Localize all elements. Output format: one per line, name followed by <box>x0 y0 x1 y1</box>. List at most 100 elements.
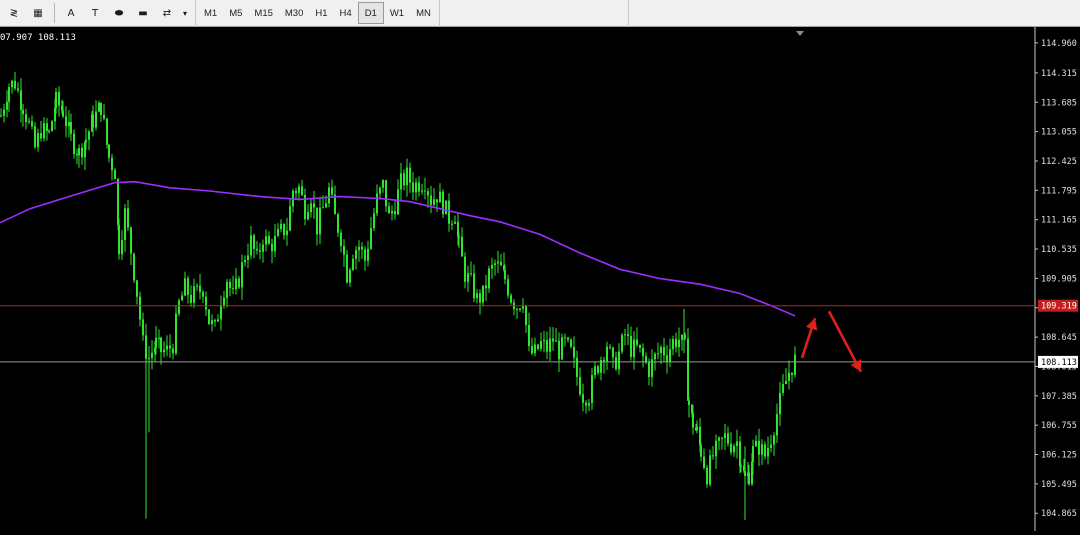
candle-body <box>748 472 750 485</box>
timeframe-w1[interactable]: W1 <box>384 3 410 23</box>
candle-body <box>473 273 475 299</box>
candle-body <box>397 189 399 215</box>
candle-body <box>337 214 339 233</box>
candle-body <box>567 337 569 340</box>
candle-body <box>65 116 67 127</box>
candle-body <box>151 352 153 358</box>
candle-body <box>709 455 711 485</box>
candle-body <box>785 380 787 385</box>
timeframe-h4[interactable]: H4 <box>334 3 358 23</box>
candle-body <box>145 335 147 359</box>
candle-body <box>573 346 575 358</box>
grid-icon[interactable]: ▦ <box>28 3 48 23</box>
candle-body <box>313 203 315 208</box>
candle-body <box>666 355 668 362</box>
candle-body <box>379 187 381 194</box>
timeframe-mn[interactable]: MN <box>410 3 437 23</box>
candle-body <box>727 433 729 444</box>
candle-body <box>250 235 252 256</box>
candle-body <box>43 123 45 139</box>
candle-body <box>627 334 629 337</box>
candle-body <box>454 221 456 224</box>
toolbar-spacer <box>627 0 1080 27</box>
chart-svg[interactable]: 07.907 108.113 114.960 114.315 113.685 113.0… <box>0 27 1080 531</box>
candle-body <box>546 340 548 352</box>
candle-body <box>268 236 270 244</box>
candle-body <box>232 288 234 290</box>
candle-body <box>519 308 521 310</box>
candle-body <box>391 211 393 214</box>
candle-body <box>482 285 484 303</box>
candle-body <box>211 320 213 325</box>
candle-body <box>718 437 720 441</box>
text-icon[interactable]: A <box>61 3 81 23</box>
candle-body <box>400 173 402 190</box>
rectangle-icon[interactable]: ▬ <box>133 3 153 23</box>
timeframe-m30[interactable]: M30 <box>279 3 309 23</box>
arrows-icon[interactable]: ⇄ <box>157 3 177 23</box>
price-chart[interactable]: 07.907 108.113 114.960 114.315 113.685 113.0… <box>0 27 1080 531</box>
timeframe-m1[interactable]: M1 <box>198 3 223 23</box>
chevron-down-icon[interactable]: ▾ <box>181 3 189 23</box>
timeframe-m15[interactable]: M15 <box>248 3 278 23</box>
candle-body <box>436 199 438 203</box>
candle-body <box>103 114 105 119</box>
candle-body <box>779 392 781 415</box>
timeframe-m5[interactable]: M5 <box>223 3 248 23</box>
candle-body <box>46 123 48 131</box>
candle-body <box>497 261 499 264</box>
candle-body <box>461 236 463 257</box>
candle-body <box>88 131 90 140</box>
candle-body <box>528 325 530 347</box>
price-tick-label: 113.685 <box>1041 98 1077 108</box>
text-label-icon[interactable]: T <box>85 3 105 23</box>
candle-body <box>172 348 174 354</box>
candle-body <box>361 246 363 250</box>
candle-body <box>17 88 19 91</box>
candle-body <box>31 121 33 127</box>
candle-body <box>163 349 165 353</box>
candle-body <box>382 180 384 188</box>
candle-body <box>534 344 536 354</box>
candle-body <box>229 281 231 289</box>
candle-body <box>367 248 369 261</box>
candle-body <box>181 295 183 301</box>
ellipse-icon[interactable]: ⬬ <box>109 3 129 23</box>
candle-body <box>688 400 690 406</box>
fibonacci-icon[interactable]: ≷ <box>4 3 24 23</box>
resistance-price-label: 109.319 <box>1041 302 1077 312</box>
candle-body <box>22 109 24 115</box>
candle-body <box>73 133 75 155</box>
candle-body <box>208 309 210 325</box>
candle-body <box>11 80 13 88</box>
candle-body <box>606 346 608 362</box>
candle-body <box>352 258 354 270</box>
candle-body <box>178 300 180 314</box>
price-tick-label: 114.315 <box>1041 69 1077 79</box>
candle-body <box>624 334 626 336</box>
price-readout: 07.907 108.113 <box>0 33 76 43</box>
price-tick-label: 114.960 <box>1041 39 1077 49</box>
timeframe-group: M1 M5 M15 M30 H1 H4 D1 W1 MN <box>195 0 440 27</box>
timeframe-d1[interactable]: D1 <box>357 2 384 24</box>
candle-body <box>700 445 702 457</box>
candle-body <box>558 340 560 360</box>
candle-body <box>730 443 732 453</box>
candle-body <box>160 337 162 353</box>
candle-body <box>214 320 216 322</box>
candle-body <box>355 250 357 259</box>
candle-body <box>648 362 650 378</box>
candle-body <box>196 285 198 287</box>
candle-body <box>642 347 644 357</box>
shift-marker[interactable] <box>796 31 804 36</box>
candle-body <box>555 340 557 342</box>
candle-body <box>618 351 620 370</box>
candle-body <box>133 253 135 281</box>
drawing-tools: ≷ ▦ A T ⬬ ▬ ⇄ ▾ <box>0 0 191 27</box>
timeframe-h1[interactable]: H1 <box>309 3 333 23</box>
candle-body <box>158 337 160 339</box>
candle-body <box>537 344 539 349</box>
candle-body <box>310 203 312 213</box>
price-tick-label: 110.535 <box>1041 245 1077 255</box>
candle-body <box>388 206 390 214</box>
